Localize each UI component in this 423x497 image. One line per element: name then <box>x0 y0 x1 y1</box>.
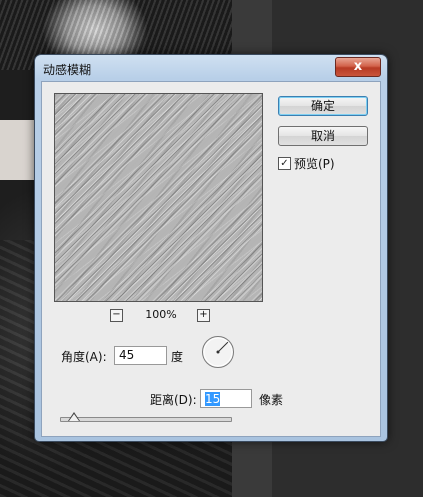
angle-label: 角度(A): <box>61 350 107 364</box>
checkmark-icon: ✓ <box>280 158 289 169</box>
preview-image <box>55 94 262 301</box>
motion-blur-dialog: 动感模糊 x − 100% + 确定 取消 ✓ 预览(P) 角度(A): 45 … <box>34 54 388 442</box>
distance-label: 距离(D): <box>150 393 197 407</box>
zoom-in-button[interactable]: + <box>197 309 210 322</box>
preview-frame[interactable] <box>54 93 263 302</box>
dialog-titlebar[interactable]: 动感模糊 x <box>35 55 387 81</box>
zoom-level: 100% <box>145 308 177 321</box>
dialog-title: 动感模糊 <box>43 63 92 77</box>
plus-icon: + <box>199 309 208 320</box>
preview-checkbox-label[interactable]: 预览(P) <box>294 155 335 172</box>
zoom-out-button[interactable]: − <box>110 309 123 322</box>
ok-button[interactable]: 确定 <box>278 96 368 116</box>
close-icon: x <box>353 59 363 74</box>
distance-unit: 像素 <box>259 393 284 407</box>
distance-value-selected: 15 <box>205 392 221 406</box>
distance-slider-thumb-face <box>69 414 79 421</box>
distance-input[interactable]: 15 <box>200 389 252 408</box>
angle-dial[interactable] <box>201 335 235 369</box>
preview-checkbox[interactable]: ✓ <box>278 157 291 170</box>
angle-input[interactable]: 45 <box>114 346 167 365</box>
cancel-button[interactable]: 取消 <box>278 126 368 146</box>
close-button[interactable]: x <box>335 57 381 77</box>
dialog-client-area: − 100% + 确定 取消 ✓ 预览(P) 角度(A): 45 度 距离(D)… <box>41 81 381 437</box>
angle-unit: 度 <box>171 350 184 364</box>
minus-icon: − <box>112 309 121 320</box>
distance-slider-track[interactable] <box>60 417 232 422</box>
